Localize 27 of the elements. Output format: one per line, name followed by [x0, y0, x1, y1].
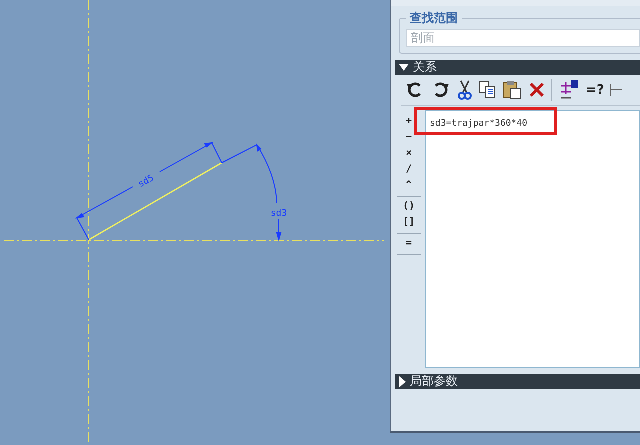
cut-icon[interactable] [457, 80, 473, 100]
section-title: 局部参数 [410, 373, 458, 390]
operator-button[interactable]: × [397, 145, 421, 161]
operator-button[interactable]: = [397, 235, 421, 251]
section-title: 关系 [413, 59, 437, 76]
close-icon[interactable] [529, 82, 545, 98]
copy-icon[interactable] [479, 81, 497, 99]
operator-button[interactable]: / [397, 161, 421, 177]
verify-button[interactable]: =? [586, 82, 604, 98]
paste-icon[interactable] [503, 80, 523, 100]
dimension-values-icon[interactable] [558, 79, 580, 101]
operator-button[interactable]: [] [397, 214, 421, 230]
operator-button[interactable]: + [397, 113, 421, 129]
caret-icon [399, 376, 406, 388]
operator-button[interactable]: () [397, 198, 421, 214]
section-header[interactable]: 局部参数 [395, 374, 640, 389]
dimension-label: sd5 [136, 174, 156, 190]
relations-editor[interactable]: sd3=trajpar*360*40 [425, 110, 640, 368]
search-scope-field[interactable]: 剖面 [406, 29, 640, 47]
relation-text: sd3=trajpar*360*40 [430, 119, 528, 129]
section-header[interactable]: 关系 [395, 60, 640, 75]
operator-button[interactable]: − [397, 129, 421, 145]
dimension-label: sd3 [270, 209, 288, 219]
operator-button[interactable]: ^ [397, 177, 421, 193]
caret-icon [399, 64, 409, 71]
group-title: 查找范围 [409, 10, 459, 27]
dimension-arrow-icon[interactable] [610, 82, 622, 98]
